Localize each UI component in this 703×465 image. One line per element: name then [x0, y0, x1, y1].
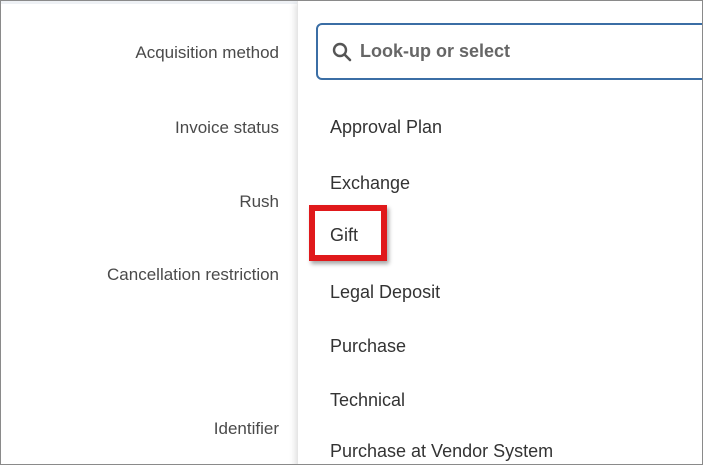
label-identifier: Identifier — [213, 419, 279, 438]
option-purchase[interactable]: Purchase — [330, 336, 406, 357]
label-rush: Rush — [239, 192, 279, 211]
search-box[interactable] — [316, 23, 702, 80]
label-cancellation-restriction: Cancellation restriction — [107, 265, 279, 284]
option-purchase-at-vendor-system[interactable]: Purchase at Vendor System — [330, 441, 553, 462]
acquisition-method-dropdown: Approval Plan Exchange Gift Legal Deposi… — [297, 1, 702, 464]
label-invoice-status: Invoice status — [175, 118, 279, 137]
search-icon — [332, 42, 352, 62]
search-input[interactable] — [360, 41, 690, 62]
option-exchange[interactable]: Exchange — [330, 173, 410, 194]
screenshot-frame: Acquisition method Invoice status Rush C… — [0, 0, 703, 465]
label-acquisition-method: Acquisition method — [135, 43, 279, 62]
option-technical[interactable]: Technical — [330, 390, 405, 411]
option-approval-plan[interactable]: Approval Plan — [330, 117, 442, 138]
option-legal-deposit[interactable]: Legal Deposit — [330, 282, 440, 303]
option-gift[interactable]: Gift — [330, 225, 358, 246]
